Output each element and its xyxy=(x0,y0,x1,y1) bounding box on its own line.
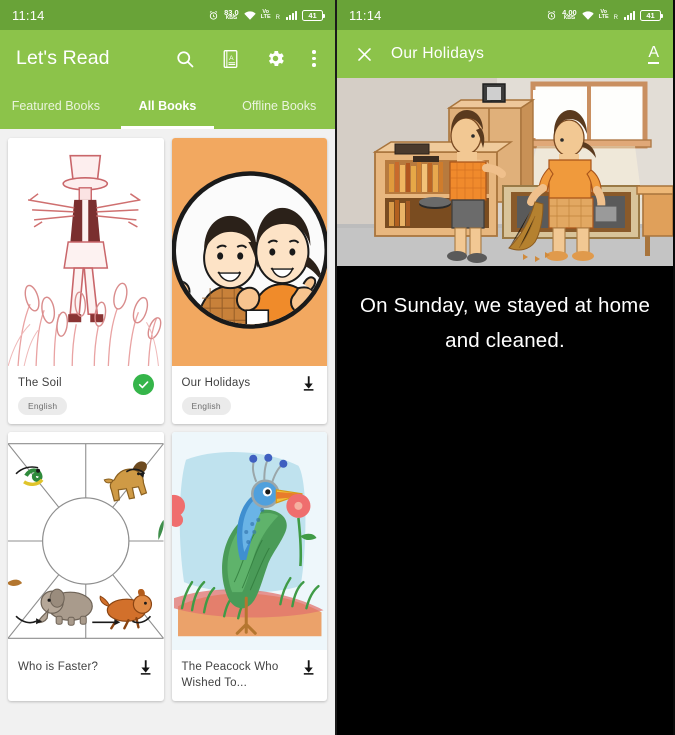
battery-level-label: 41 xyxy=(646,10,655,20)
reader-page-text: On Sunday, we stayed at home and cleaned… xyxy=(359,294,651,353)
book-info-our-holidays: Our Holidays English xyxy=(172,366,328,424)
book-title: Who is Faster? xyxy=(18,661,99,673)
app-title: Let's Read xyxy=(16,47,110,69)
book-title: The Peacock Who Wished To... xyxy=(181,661,279,690)
search-icon[interactable] xyxy=(172,46,198,72)
book-language-tag: English xyxy=(181,397,231,415)
download-icon[interactable] xyxy=(137,658,154,681)
signal-bars-icon xyxy=(624,10,635,20)
volte-bottom-label: LTE xyxy=(260,14,271,20)
status-bar-indicators: 83.0 KB/S Vo LTE R 41 xyxy=(208,9,325,22)
roaming-indicator: R xyxy=(613,15,618,22)
network-speed-indicator: 83.0 KB/S xyxy=(224,9,239,22)
network-speed-unit: KB/S xyxy=(563,15,575,22)
book-grid: The Soil English Our Holidays English Wh… xyxy=(0,129,335,701)
book-cover-the-soil xyxy=(8,138,164,366)
book-title-row: Our Holidays xyxy=(182,375,318,397)
book-card-our-holidays[interactable]: Our Holidays English xyxy=(171,138,328,424)
book-title-row: The Peacock Who Wished To... xyxy=(182,659,318,692)
alarm-icon xyxy=(546,10,557,21)
book-card-the-soil[interactable]: The Soil English xyxy=(8,138,164,424)
tab-all-books-label: All Books xyxy=(138,99,197,113)
book-title: Our Holidays xyxy=(181,377,251,389)
gear-icon[interactable] xyxy=(262,46,288,72)
tab-featured-books-label: Featured Books xyxy=(11,99,100,113)
book-card-who-is-faster[interactable]: Who is Faster? xyxy=(8,432,164,701)
book-reader-panel: 11:14 4.00 KB/S Vo LTE R 41 Our Holidays… xyxy=(337,0,673,735)
reader-status-bar: 11:14 4.00 KB/S Vo LTE R 41 xyxy=(337,0,673,30)
download-icon[interactable] xyxy=(300,374,317,397)
status-bar-indicators: 4.00 KB/S Vo LTE R 41 xyxy=(546,9,663,22)
roaming-indicator: R xyxy=(275,15,280,22)
reader-app-bar: Our Holidays A xyxy=(337,30,673,78)
book-cover-the-peacock xyxy=(171,432,327,650)
volte-bottom-label: LTE xyxy=(598,14,609,20)
network-speed-unit: KB/S xyxy=(225,15,237,22)
battery-icon: 41 xyxy=(640,9,663,21)
tab-featured-books[interactable]: Featured Books xyxy=(0,87,112,129)
language-book-icon[interactable]: A xyxy=(217,46,243,72)
font-size-button[interactable]: A xyxy=(648,44,659,64)
wifi-icon xyxy=(581,10,594,21)
volte-icon: Vo LTE xyxy=(598,9,609,21)
volte-icon: Vo LTE xyxy=(260,9,271,21)
status-bar-time: 11:14 xyxy=(349,7,382,23)
status-bar-time: 11:14 xyxy=(12,7,45,23)
tab-offline-books-label: Offline Books xyxy=(242,99,317,113)
tab-bar: Featured Books All Books Offline Books xyxy=(0,87,335,129)
close-icon[interactable] xyxy=(351,41,377,67)
book-card-the-peacock[interactable]: The Peacock Who Wished To... xyxy=(171,432,328,701)
alarm-icon xyxy=(208,10,219,21)
check-circle-icon[interactable] xyxy=(132,374,154,395)
book-info-the-peacock: The Peacock Who Wished To... xyxy=(172,650,328,701)
book-info-the-soil: The Soil English xyxy=(8,366,164,424)
book-language-tag: English xyxy=(18,397,68,415)
signal-bars-icon xyxy=(286,10,297,20)
book-title: The Soil xyxy=(18,377,62,389)
tab-offline-books[interactable]: Offline Books xyxy=(223,87,335,129)
book-cover-our-holidays xyxy=(171,138,327,366)
app-bar-actions: A xyxy=(172,46,321,72)
book-cover-who-is-faster xyxy=(8,432,164,650)
wifi-icon xyxy=(243,10,256,21)
reader-illustration xyxy=(337,78,673,266)
network-speed-indicator: 4.00 KB/S xyxy=(562,9,577,22)
book-info-who-is-faster: Who is Faster? xyxy=(8,650,164,701)
download-icon[interactable] xyxy=(300,658,317,681)
svg-text:A: A xyxy=(229,54,234,61)
overflow-menu-icon[interactable] xyxy=(307,50,321,67)
letsread-app-panel: 11:14 83.0 KB/S Vo LTE R 41 Let's Read A… xyxy=(0,0,337,735)
app-bar: Let's Read A xyxy=(0,30,335,87)
tab-all-books[interactable]: All Books xyxy=(112,87,224,129)
reader-book-title: Our Holidays xyxy=(391,45,485,62)
battery-level-label: 41 xyxy=(308,10,317,20)
book-title-row: Who is Faster? xyxy=(18,659,154,681)
status-bar: 11:14 83.0 KB/S Vo LTE R 41 xyxy=(0,0,335,30)
book-title-row: The Soil xyxy=(18,374,154,395)
dual-screenshot-container: 11:14 83.0 KB/S Vo LTE R 41 Let's Read A… xyxy=(0,0,675,735)
battery-icon: 41 xyxy=(302,9,325,21)
